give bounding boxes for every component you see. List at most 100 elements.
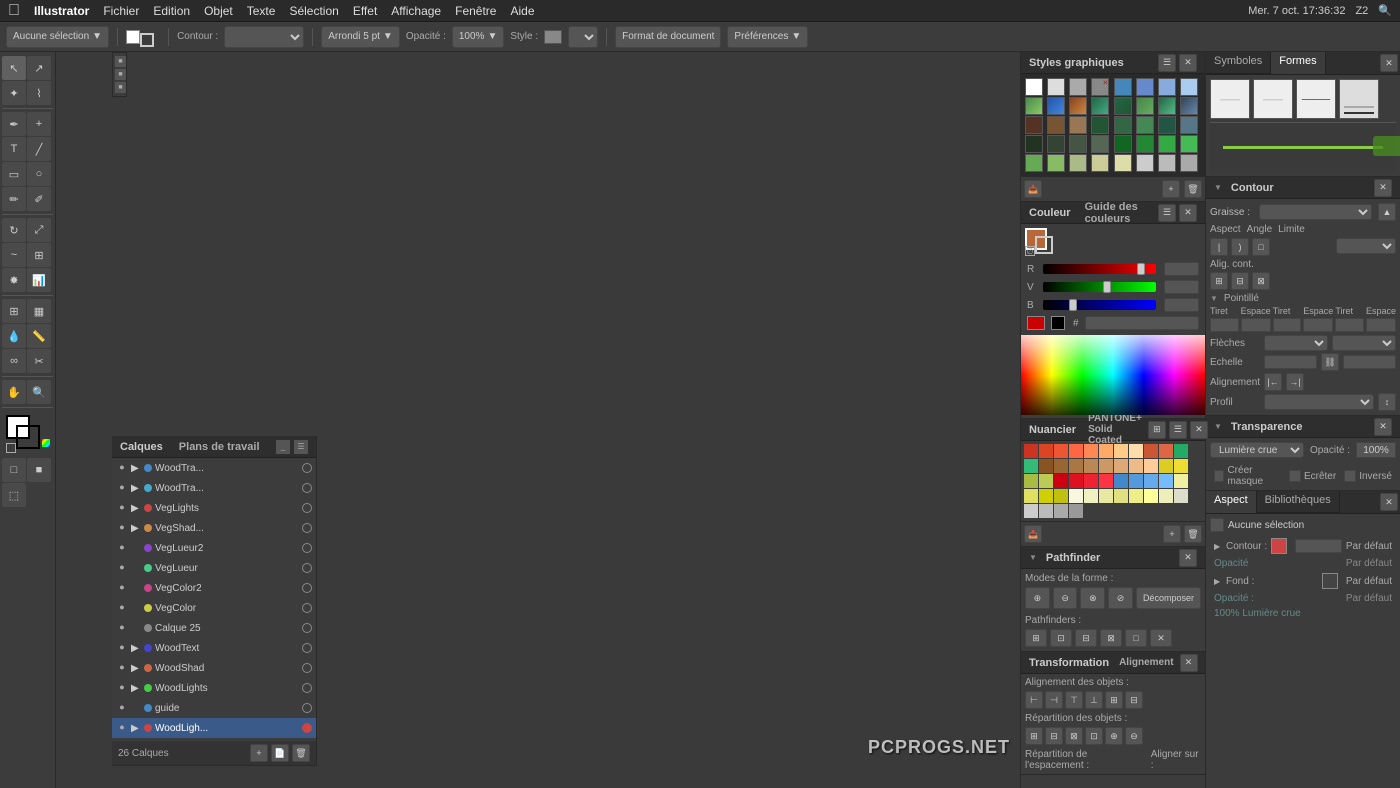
measure-tool[interactable]: 📏 xyxy=(27,324,51,348)
delete-style-btn[interactable]: 🗑 xyxy=(1184,180,1202,198)
type-tool[interactable]: T xyxy=(2,137,26,161)
layer-item[interactable]: ● ▶ WoodShad xyxy=(112,658,316,678)
symbol-tool[interactable]: ✸ xyxy=(2,268,26,292)
align-left-btn[interactable]: ⊢ xyxy=(1025,691,1043,709)
style-swatch[interactable] xyxy=(1069,135,1087,153)
lasso-tool[interactable]: ⌇ xyxy=(27,81,51,105)
selection-tool[interactable]: ↖ xyxy=(2,56,26,80)
aspect-tab[interactable]: Aspect xyxy=(1206,491,1257,513)
r-slider-thumb[interactable] xyxy=(1137,263,1145,275)
swatch[interactable] xyxy=(1069,474,1083,488)
swatch[interactable] xyxy=(1114,459,1128,473)
style-swatch[interactable] xyxy=(1047,78,1065,96)
swatch[interactable] xyxy=(1024,444,1038,458)
align-top-btn[interactable]: ⊥ xyxy=(1085,691,1103,709)
search-icon[interactable]: 🔍 xyxy=(1378,4,1392,17)
style-swatch[interactable] xyxy=(1136,135,1154,153)
color-spectrum-container[interactable] xyxy=(1021,335,1205,415)
swatch[interactable] xyxy=(1039,504,1053,518)
espace1-input[interactable] xyxy=(1241,318,1271,332)
layer-eye[interactable]: ● xyxy=(116,522,128,534)
style-swatch[interactable] xyxy=(1047,116,1065,134)
layer-item[interactable]: ● ▶ WoodTra... xyxy=(112,458,316,478)
contour-select[interactable] xyxy=(224,26,304,48)
swatch[interactable] xyxy=(1024,504,1038,518)
layer-target[interactable] xyxy=(302,603,312,613)
layer-item[interactable]: ● VegColor2 xyxy=(112,578,316,598)
dist-bottom-btn[interactable]: ⊠ xyxy=(1065,727,1083,745)
layer-eye[interactable]: ● xyxy=(116,582,128,594)
pathfinder-close-btn[interactable]: ✕ xyxy=(1179,549,1197,567)
menu-selection[interactable]: Sélection xyxy=(289,4,338,18)
style-swatch[interactable] xyxy=(1091,135,1109,153)
contour-close-btn[interactable]: ✕ xyxy=(1374,179,1392,197)
symbols-close-btn[interactable]: ✕ xyxy=(1380,54,1398,72)
fleches-right-select[interactable] xyxy=(1332,335,1396,351)
layer-target[interactable] xyxy=(302,543,312,553)
swatch[interactable] xyxy=(1054,444,1068,458)
layer-target[interactable] xyxy=(302,643,312,653)
scissors-tool[interactable]: ✂ xyxy=(27,349,51,373)
swatch[interactable] xyxy=(1099,489,1113,503)
exclude-btn[interactable]: ⊘ xyxy=(1108,587,1133,609)
align-center-v-btn[interactable]: ⊞ xyxy=(1105,691,1123,709)
symboles-tab[interactable]: Symboles xyxy=(1206,52,1271,74)
swatch[interactable] xyxy=(1174,459,1188,473)
tiret1-input[interactable] xyxy=(1210,318,1239,332)
layer-eye[interactable]: ● xyxy=(116,602,128,614)
layer-eye[interactable]: ● xyxy=(116,682,128,694)
bibliotheques-tab[interactable]: Bibliothèques xyxy=(1257,491,1340,513)
blend-mode-select[interactable]: Lumière crue xyxy=(1210,442,1304,458)
menu-fenetre[interactable]: Fenêtre xyxy=(455,4,496,18)
align-right-btn[interactable]: ⊤ xyxy=(1065,691,1083,709)
style-swatch[interactable] xyxy=(1069,116,1087,134)
layer-eye[interactable]: ● xyxy=(116,482,128,494)
forme-2[interactable]: — xyxy=(1253,79,1293,119)
dist-right-btn[interactable]: ⊖ xyxy=(1125,727,1143,745)
swatch[interactable] xyxy=(1054,474,1068,488)
swatches-close-btn[interactable]: ✕ xyxy=(1190,421,1208,439)
style-swatch[interactable] xyxy=(1180,154,1198,172)
cap-butt-btn[interactable]: | xyxy=(1210,238,1228,256)
mini-btn-2[interactable]: ■ xyxy=(115,69,126,80)
style-swatch-x[interactable]: ✕ xyxy=(1091,78,1109,96)
style-swatch[interactable] xyxy=(1158,154,1176,172)
swatch[interactable] xyxy=(1159,459,1173,473)
tiret3-input[interactable] xyxy=(1335,318,1364,332)
graphic-styles-close-btn[interactable]: ✕ xyxy=(1179,54,1197,72)
align-path-start-btn[interactable]: |← xyxy=(1264,373,1282,391)
transparence-collapse[interactable]: ▼ xyxy=(1214,422,1222,431)
swatch-lib-btn[interactable]: 📥 xyxy=(1024,525,1042,543)
layer-item[interactable]: ● ▶ VegShad... xyxy=(112,518,316,538)
transparence-close-btn[interactable]: ✕ xyxy=(1374,418,1392,436)
transform-close-btn[interactable]: ✕ xyxy=(1180,654,1198,672)
column-graph-tool[interactable]: 📊 xyxy=(27,268,51,292)
style-swatch[interactable] xyxy=(1069,78,1087,96)
r-slider-track[interactable] xyxy=(1043,264,1156,274)
swatch[interactable] xyxy=(1159,474,1173,488)
layer-eye[interactable]: ● xyxy=(116,622,128,634)
layer-target[interactable] xyxy=(302,483,312,493)
style-swatch[interactable] xyxy=(1025,116,1043,134)
new-style-btn[interactable]: + xyxy=(1162,180,1180,198)
fleches-left-select[interactable] xyxy=(1264,335,1328,351)
merge-btn[interactable]: ⊟ xyxy=(1075,629,1097,647)
echelle-right-input[interactable] xyxy=(1343,355,1396,369)
unite-btn[interactable]: ⊕ xyxy=(1025,587,1050,609)
forme-4[interactable] xyxy=(1339,79,1379,119)
gradient-tool[interactable]: ▦ xyxy=(27,299,51,323)
swatch[interactable] xyxy=(1099,444,1113,458)
align-outside-stroke-btn[interactable]: ⊠ xyxy=(1252,272,1270,290)
format-doc-btn[interactable]: Format de document xyxy=(615,26,721,48)
layer-target[interactable] xyxy=(302,703,312,713)
swatch[interactable] xyxy=(1129,459,1143,473)
xor-btn[interactable]: ✕ xyxy=(1150,629,1172,647)
swatch[interactable] xyxy=(1054,459,1068,473)
arrondi-btn[interactable]: Arrondi 5 pt ▼ xyxy=(321,26,400,48)
zoom-tool[interactable]: 🔍 xyxy=(27,380,51,404)
pathfinder-collapse[interactable]: ▼ xyxy=(1029,553,1037,562)
none-box[interactable]: ∅ xyxy=(1025,246,1035,256)
anchor-tool[interactable]: + xyxy=(27,112,51,136)
swatch[interactable] xyxy=(1159,489,1173,503)
style-select[interactable] xyxy=(568,26,598,48)
